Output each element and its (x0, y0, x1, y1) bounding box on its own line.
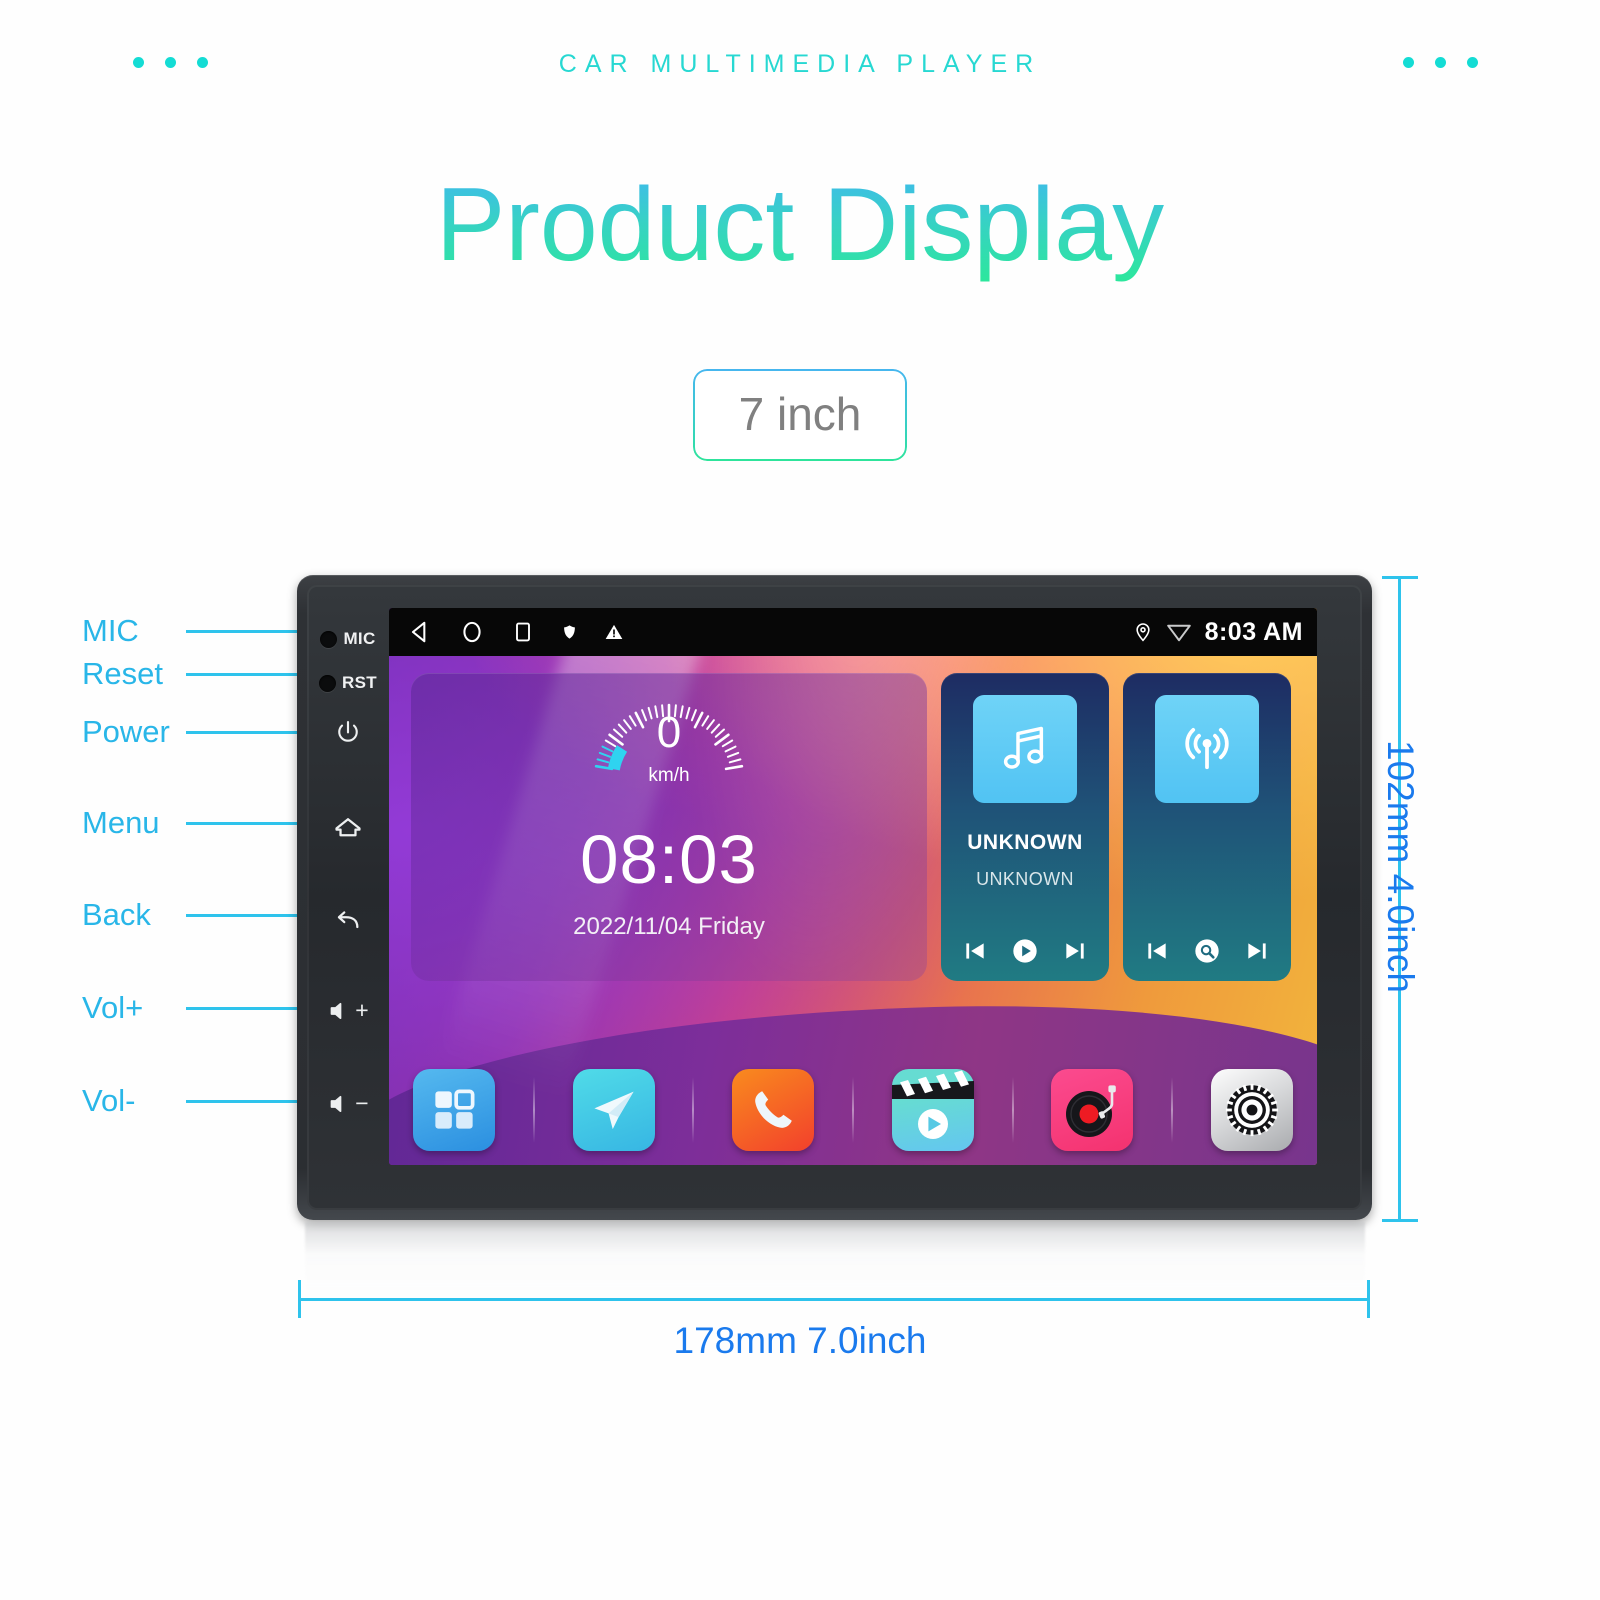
dock-divider (692, 1077, 695, 1143)
phone-handset-icon (755, 1091, 792, 1128)
play-icon[interactable] (1011, 937, 1039, 965)
music-widget[interactable]: UNKNOWN UNKNOWN (941, 673, 1109, 981)
callout-label-menu: Menu (82, 805, 160, 840)
car-multimedia-device: MIC RST + − 8:03 AM 0 km/h 08:03 2022/11… (297, 575, 1372, 1220)
callout-label-power: Power (82, 714, 170, 749)
back-arrow-icon (337, 911, 359, 929)
mic-hole-button[interactable]: MIC (307, 629, 389, 649)
callout-label-reset: Reset (82, 656, 163, 691)
location-pin-icon (1135, 623, 1150, 642)
device-reflection (305, 1222, 1365, 1294)
volume-up-icon (330, 1002, 342, 1019)
callout-line-menu (186, 822, 298, 825)
callout-line-reset (186, 673, 298, 676)
radio-art (1155, 695, 1259, 803)
reset-hole-icon (319, 674, 337, 692)
reset-hole-button[interactable]: RST (307, 673, 389, 693)
volume-down-icon (330, 1095, 342, 1112)
recents-square-icon[interactable] (511, 619, 535, 645)
apps-grid-app[interactable] (413, 1069, 495, 1151)
dock-divider (851, 1077, 854, 1143)
callout-label-vol-up: Vol+ (82, 990, 144, 1025)
radio-widget[interactable] (1123, 673, 1291, 981)
height-dimension-label: 102mm 4.0inch (1380, 740, 1421, 993)
volume-down-sign: − (355, 1090, 369, 1116)
next-icon[interactable] (1062, 938, 1088, 964)
volume-up-button[interactable]: + (307, 997, 389, 1024)
speed-unit: km/h (648, 765, 690, 786)
height-cap-top (1382, 576, 1418, 579)
volume-up-sign: + (355, 997, 369, 1023)
music-album-art (973, 695, 1077, 803)
speedometer-clock-widget[interactable]: 0 km/h 08:03 2022/11/04 Friday (411, 673, 927, 981)
touch-screen[interactable]: 8:03 AM 0 km/h 08:03 2022/11/04 Friday U… (389, 608, 1317, 1165)
music-subtitle: UNKNOWN (976, 869, 1074, 889)
app-dock (389, 1069, 1317, 1151)
power-button[interactable] (307, 718, 389, 748)
mic-hole-label: MIC (343, 629, 376, 648)
clock-date: 2022/11/04 Friday (573, 913, 765, 940)
dock-divider (1011, 1077, 1014, 1143)
shield-icon (564, 625, 575, 639)
callout-label-mic: MIC (82, 613, 139, 648)
turntable-record-icon (1066, 1085, 1117, 1137)
home-icon (335, 818, 361, 837)
warning-triangle-icon (605, 624, 623, 639)
status-icons: 8:03 AM (1133, 618, 1303, 647)
side-control-panel: MIC RST + − (307, 585, 389, 1210)
apps-grid-icon (435, 1089, 475, 1129)
callout-line-vol-down (186, 1100, 298, 1103)
callout-line-back (186, 914, 298, 917)
navigation-paper-plane-icon (594, 1091, 634, 1130)
radio-antenna-icon (1185, 728, 1229, 770)
scan-search-icon[interactable] (1193, 937, 1221, 965)
size-badge: 7 inch (692, 369, 908, 461)
size-badge-wrap: 7 inch (0, 369, 1600, 461)
device-bezel: MIC RST + − 8:03 AM 0 km/h 08:03 2022/11… (307, 585, 1362, 1210)
callout-line-vol-up (186, 1007, 298, 1010)
power-icon (338, 720, 358, 742)
mic-hole-icon (320, 630, 338, 648)
previous-icon[interactable] (962, 938, 988, 964)
video-app[interactable] (891, 1069, 974, 1151)
status-bar-time: 8:03 AM (1204, 617, 1303, 646)
callout-label-vol-down: Vol- (82, 1083, 136, 1118)
video-clapperboard-icon (891, 1070, 974, 1139)
eyebrow-text: CAR MULTIMEDIA PLAYER (558, 50, 1042, 78)
reset-hole-label: RST (342, 673, 377, 692)
music-app[interactable] (1051, 1069, 1134, 1151)
phone-app[interactable] (732, 1069, 815, 1151)
android-status-bar: 8:03 AM (389, 608, 1317, 656)
product-display-page: CAR MULTIMEDIA PLAYER Product Display 7 … (0, 0, 1600, 1600)
volume-down-button[interactable]: − (307, 1090, 389, 1117)
callout-line-mic (186, 630, 298, 633)
clock-time: 08:03 (580, 821, 758, 898)
callout-line-power (186, 731, 298, 734)
menu-home-button[interactable] (307, 812, 389, 844)
navigation-app[interactable] (572, 1069, 655, 1151)
settings-app[interactable] (1210, 1069, 1293, 1151)
page-title: Product Display (0, 168, 1600, 283)
music-title: UNKNOWN (967, 831, 1083, 854)
height-cap-bottom (1382, 1219, 1418, 1222)
nav-buttons (407, 619, 624, 645)
speed-value: 0 (656, 708, 682, 757)
next-icon[interactable] (1244, 938, 1270, 964)
dock-divider (532, 1077, 535, 1143)
widgets-row: 0 km/h 08:03 2022/11/04 Friday UNKNOWN U… (389, 656, 1317, 986)
music-note-icon (1003, 726, 1044, 769)
radio-controls (1123, 937, 1291, 965)
back-triangle-icon[interactable] (407, 619, 433, 645)
dock-divider (1171, 1077, 1174, 1143)
settings-gear-icon (1225, 1083, 1279, 1137)
callout-label-back: Back (82, 897, 151, 932)
back-button[interactable] (307, 905, 389, 937)
wifi-icon (1166, 624, 1191, 642)
width-dimension-label: 178mm 7.0inch (673, 1320, 927, 1361)
home-circle-icon[interactable] (459, 619, 485, 645)
previous-icon[interactable] (1144, 938, 1170, 964)
music-controls (941, 937, 1109, 965)
